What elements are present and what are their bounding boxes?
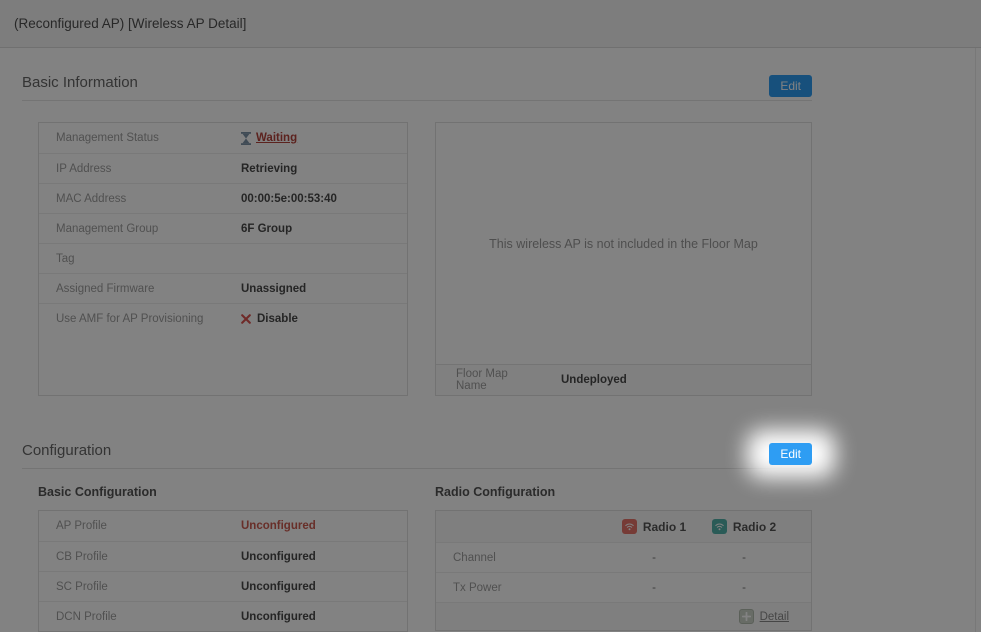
dim-overlay <box>0 0 981 632</box>
configuration-edit-button[interactable]: Edit <box>769 443 812 465</box>
